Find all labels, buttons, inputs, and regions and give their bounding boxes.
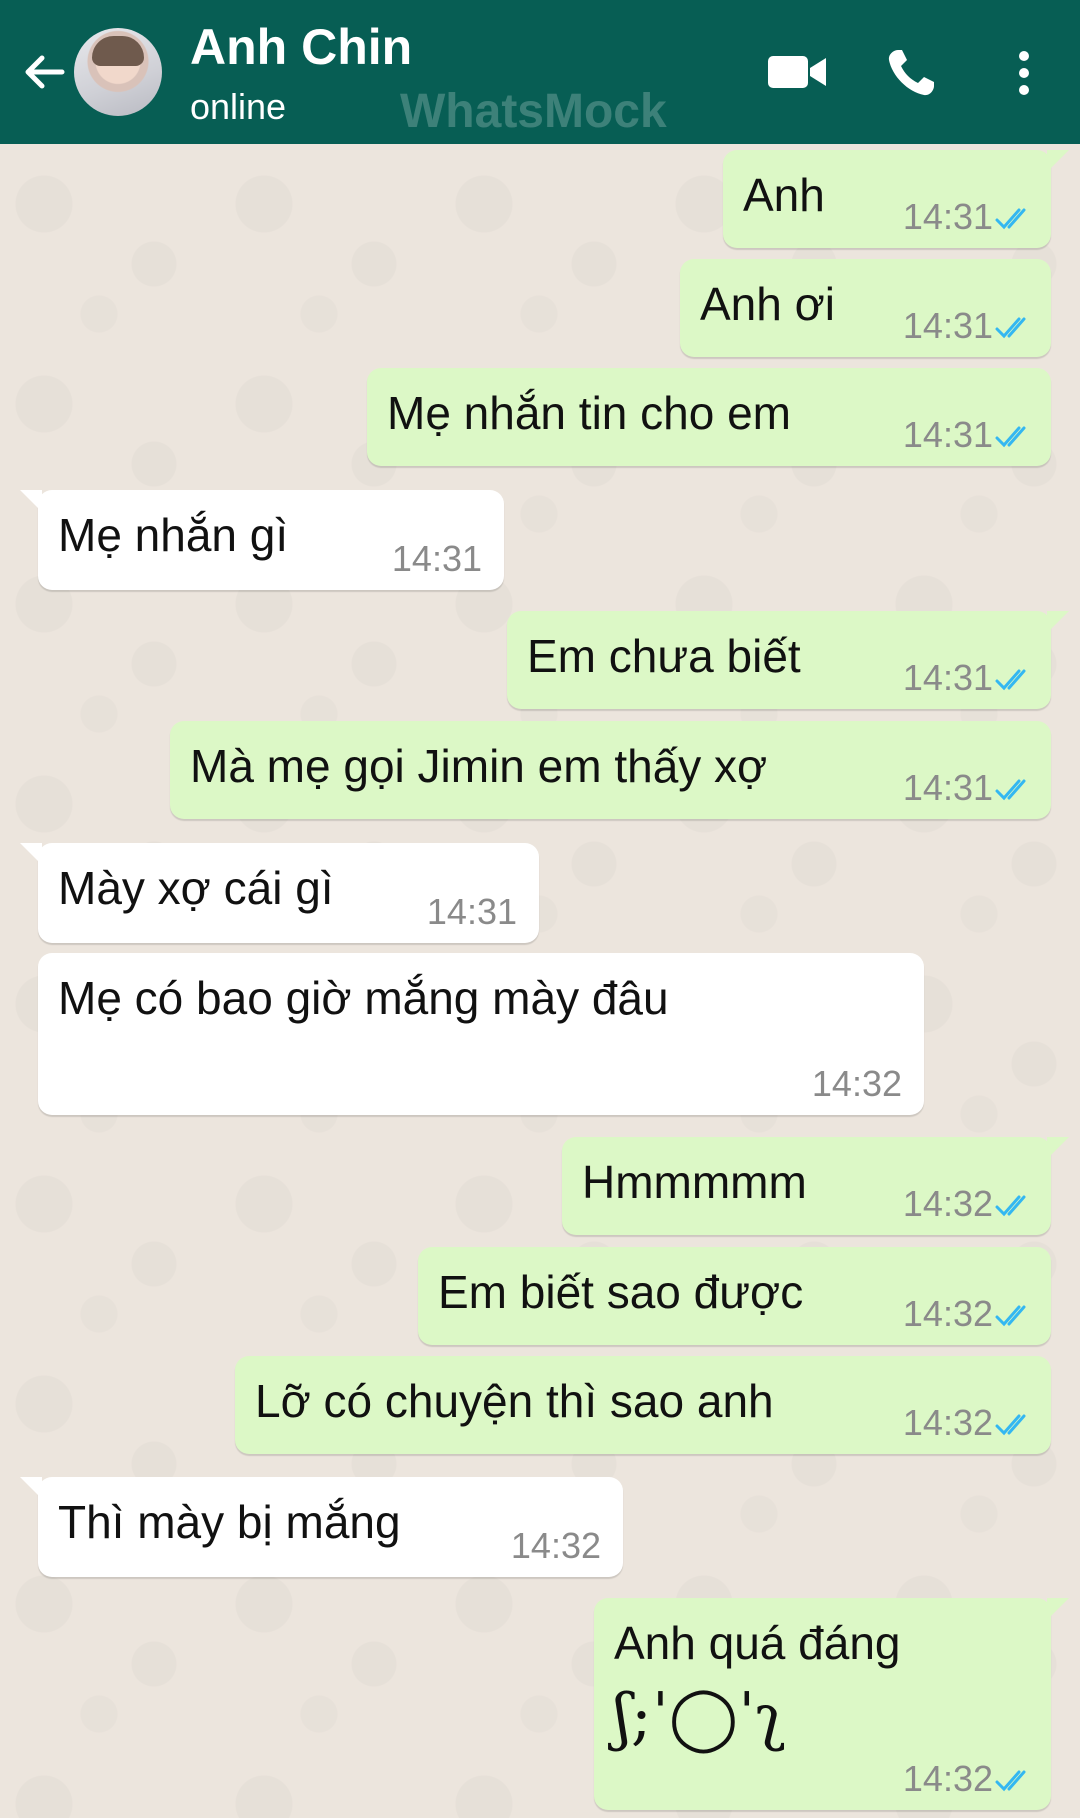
incoming-message[interactable]: Thì mày bị mắng 14:32 [20, 1477, 623, 1577]
voice-call-icon[interactable] [884, 46, 938, 100]
read-receipt-icon [995, 424, 1035, 450]
outgoing-message[interactable]: Lỡ có chuyện thì sao anh 14:32 [235, 1356, 1051, 1454]
read-receipt-icon [995, 1303, 1035, 1329]
message-timestamp: 14:31 [391, 538, 482, 579]
message-text: Anh [743, 169, 825, 221]
message-timestamp: 14:31 [902, 657, 993, 698]
read-receipt-icon [995, 1768, 1035, 1794]
message-text: Mày xợ cái gì [58, 862, 334, 914]
message-timestamp: 14:32 [902, 1758, 993, 1799]
outgoing-message[interactable]: Mà mẹ gọi Jimin em thấy xợ 14:31 [170, 721, 1051, 819]
incoming-message[interactable]: Mẹ có bao giờ mắng mày đâu 14:32 [38, 953, 924, 1115]
incoming-message[interactable]: Mày xợ cái gì 14:31 [20, 843, 539, 943]
message-text: Anh ơi [700, 278, 836, 330]
chat-header: Anh Chin online WhatsMock [0, 0, 1080, 144]
message-text: Mẹ nhắn gì [58, 509, 289, 561]
back-arrow-icon[interactable] [22, 50, 66, 94]
message-timestamp: 14:31 [902, 305, 993, 346]
incoming-message[interactable]: Mẹ nhắn gì 14:31 [20, 490, 504, 590]
message-timestamp: 14:32 [902, 1293, 993, 1334]
read-receipt-icon [995, 1412, 1035, 1438]
message-text: Mẹ nhắn tin cho em [387, 387, 792, 439]
message-emoticon: ʃ;ˈ◯ˈʅ [614, 1680, 786, 1753]
message-text: Em biết sao được [438, 1266, 804, 1318]
message-text: Hmmmmm [582, 1156, 807, 1208]
read-receipt-icon [995, 1193, 1035, 1219]
message-timestamp: 14:32 [811, 1063, 902, 1104]
read-receipt-icon [995, 667, 1035, 693]
watermark: WhatsMock [400, 85, 667, 138]
message-timestamp: 14:31 [902, 767, 993, 808]
outgoing-message[interactable]: Anh 14:31 [723, 150, 1069, 248]
read-receipt-icon [995, 206, 1035, 232]
message-timestamp: 14:32 [510, 1525, 601, 1566]
outgoing-message[interactable]: Em biết sao được 14:32 [418, 1247, 1051, 1345]
message-timestamp: 14:32 [902, 1183, 993, 1224]
message-text: Mẹ có bao giờ mắng mày đâu [58, 972, 669, 1024]
read-receipt-icon [995, 315, 1035, 341]
message-text: Lỡ có chuyện thì sao anh [255, 1375, 774, 1427]
read-receipt-icon [995, 777, 1035, 803]
message-timestamp: 14:31 [902, 196, 993, 237]
message-text: Thì mày bị mắng [58, 1496, 401, 1548]
outgoing-message[interactable]: Mẹ nhắn tin cho em 14:31 [367, 368, 1051, 466]
more-options-icon[interactable] [1012, 46, 1036, 100]
message-timestamp: 14:31 [426, 891, 517, 932]
contact-avatar[interactable] [74, 28, 162, 116]
video-call-icon[interactable] [766, 50, 828, 94]
message-text: Anh quá đáng [614, 1617, 901, 1669]
contact-name[interactable]: Anh Chin [190, 18, 412, 76]
message-text: Em chưa biết [527, 630, 801, 682]
outgoing-message[interactable]: Anh ơi 14:31 [680, 259, 1051, 357]
message-timestamp: 14:31 [902, 414, 993, 455]
message-text: Mà mẹ gọi Jimin em thấy xợ [190, 740, 768, 792]
message-timestamp: 14:32 [902, 1402, 993, 1443]
outgoing-message[interactable]: Hmmmmm 14:32 [562, 1137, 1069, 1235]
outgoing-message[interactable]: Em chưa biết 14:31 [507, 611, 1069, 709]
contact-status: online [190, 86, 287, 127]
outgoing-message[interactable]: Anh quá đáng ʃ;ˈ◯ˈʅ 14:32 [594, 1598, 1069, 1810]
